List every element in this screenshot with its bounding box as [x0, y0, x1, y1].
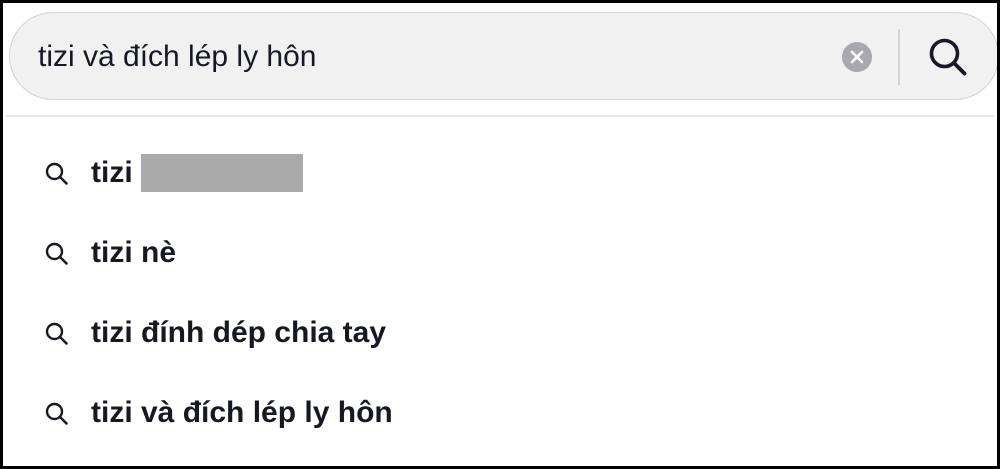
- search-submit-button[interactable]: [918, 31, 978, 83]
- search-input[interactable]: [38, 35, 818, 79]
- screenshot-frame: tizi tizi nè tizi đính dép chia tay tizi…: [0, 0, 1000, 469]
- redaction-block: [141, 154, 303, 192]
- suggestion-label: tizi đính dép chia tay: [91, 316, 387, 349]
- search-icon: [929, 38, 967, 76]
- suggestion-item[interactable]: tizi nè: [3, 213, 997, 293]
- suggestion-label: tizi nè: [91, 236, 177, 269]
- suggestion-label: tizi và đích lép ly hôn: [91, 396, 393, 429]
- dropdown-divider: [6, 115, 994, 117]
- clear-circle-icon: [850, 50, 864, 64]
- clear-search-button[interactable]: [842, 42, 872, 72]
- search-divider: [898, 29, 900, 85]
- suggestion-item[interactable]: tizi: [3, 133, 997, 213]
- suggestion-item[interactable]: tizi và đích lép ly hôn: [3, 373, 997, 453]
- search-bar: [9, 12, 997, 100]
- search-icon: [45, 402, 68, 425]
- suggestion-list: tizi tizi nè tizi đính dép chia tay tizi…: [3, 133, 997, 453]
- search-icon: [45, 242, 68, 265]
- search-icon: [45, 322, 68, 345]
- suggestion-item[interactable]: tizi đính dép chia tay: [3, 293, 997, 373]
- search-icon: [45, 162, 68, 185]
- suggestion-label: tizi: [91, 156, 133, 189]
